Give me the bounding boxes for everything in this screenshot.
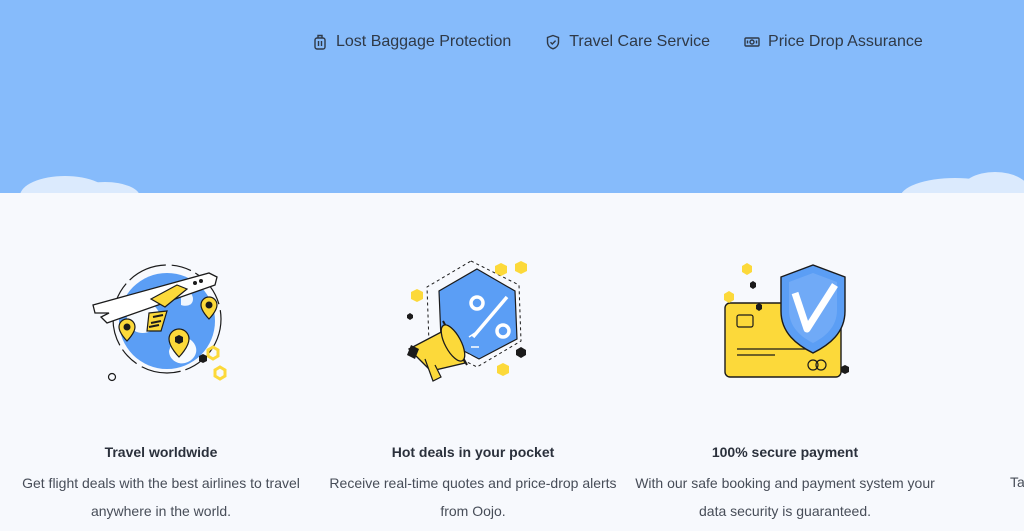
features-section: Travel worldwide Get flight deals with t…: [0, 193, 1024, 531]
feature-title: 100% secure payment: [711, 444, 859, 460]
feature-title: Hot deals in your pocket: [391, 444, 555, 460]
feature-description: Get flight deals with the best airlines …: [22, 475, 300, 519]
partial-feature-text: Ta: [1010, 474, 1024, 490]
money-icon: [744, 37, 760, 47]
nav-label: Price Drop Assurance: [768, 33, 923, 50]
cloud-right-2: [960, 172, 1024, 193]
nav-label: Lost Baggage Protection: [336, 33, 512, 50]
plane-globe-illustration: [92, 264, 227, 382]
feature-description: Receive real-time quotes and price-drop …: [329, 475, 617, 519]
top-nav: Lost Baggage Protection Travel Care Serv…: [312, 30, 923, 54]
shield-icon: [547, 34, 560, 50]
nav-lost-baggage-protection[interactable]: Lost Baggage Protection: [312, 33, 511, 51]
secure-card-illustration: [724, 263, 849, 378]
megaphone-discount-illustration: [407, 260, 527, 382]
luggage-icon: [314, 34, 326, 50]
feature-description: With our safe booking and payment system…: [635, 475, 935, 519]
nav-travel-care-service[interactable]: Travel Care Service: [545, 33, 710, 51]
feature-title: Travel worldwide: [104, 444, 218, 460]
hero-banner: Lost Baggage Protection Travel Care Serv…: [0, 0, 1024, 193]
nav-label: Travel Care Service: [569, 33, 711, 50]
nav-price-drop-assurance[interactable]: Price Drop Assurance: [744, 33, 923, 51]
